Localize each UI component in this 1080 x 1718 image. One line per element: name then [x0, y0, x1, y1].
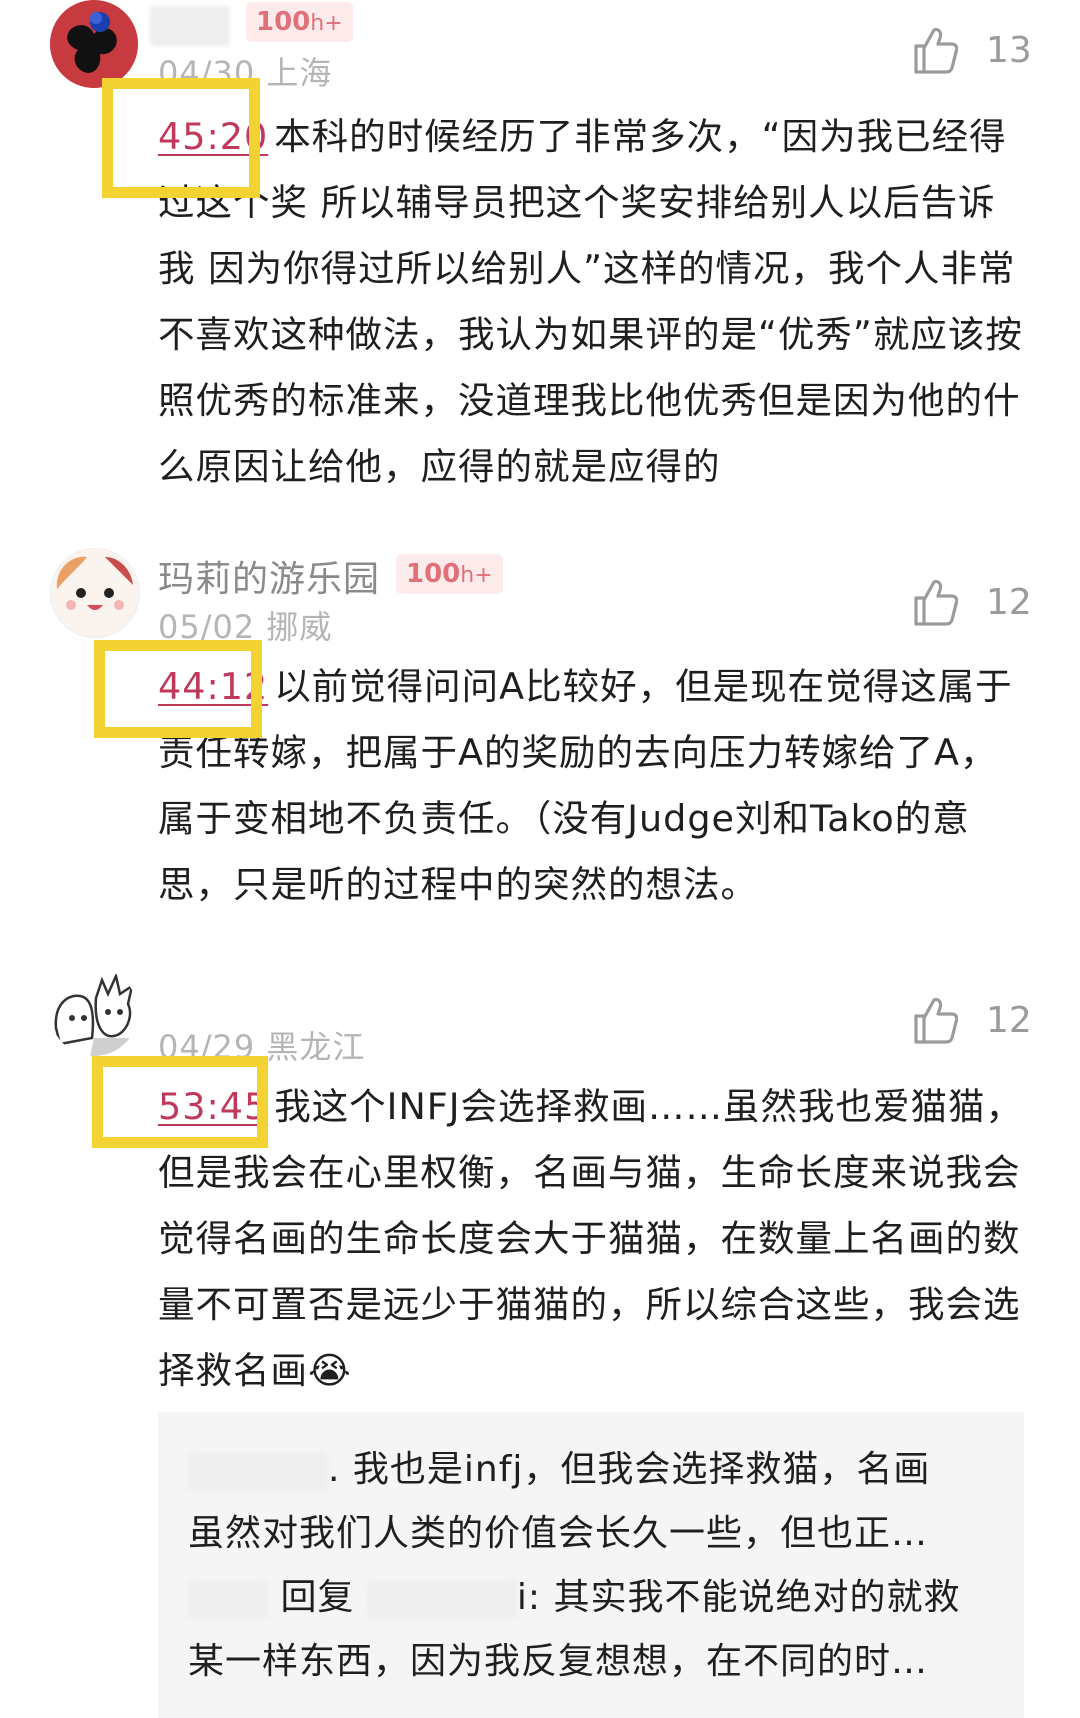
comment-text: 53:45 我这个INFJ会选择救画……虽然我也爱猫猫，但是我会在心里权衡，名画与… [158, 1085, 1024, 1392]
reply-item[interactable]: . 我也是infj，但我会选择救猫，名画 [188, 1440, 930, 1492]
avatar[interactable] [50, 968, 138, 1056]
timestamp-highlight-frame [102, 78, 260, 198]
replies-box[interactable]: . 我也是infj，但我会选择救猫，名画 虽然对我们人类的价值会长久一些，但也正… [158, 1412, 1024, 1718]
timestamp-highlight-frame [94, 640, 262, 738]
reply-author-redacted [188, 1580, 268, 1618]
manga-avatar-image [50, 968, 138, 1056]
avatar[interactable] [50, 0, 138, 88]
reply-item[interactable]: 回复 i: 其实我不能说绝对的就救 [188, 1568, 961, 1620]
thumbs-up-icon[interactable] [912, 996, 958, 1044]
reply-word: 回复 [280, 1577, 355, 1618]
like-count: 12 [986, 582, 1032, 623]
reply-target-redacted [366, 1580, 517, 1618]
comment-text: 45:20 本科的时候经历了非常多次，“因为我已经得过这个奖 所以辅导员把这个奖安… [158, 115, 1023, 488]
like-count: 12 [986, 1000, 1032, 1041]
timestamp-highlight-frame [92, 1056, 268, 1148]
reply-author-redacted [188, 1452, 328, 1490]
thumbs-up-icon[interactable] [912, 578, 958, 626]
level-badge: 100h+ [246, 2, 353, 42]
level-badge: 100h+ [396, 554, 503, 594]
thumbs-up-icon[interactable] [912, 26, 958, 74]
avatar[interactable] [50, 548, 140, 638]
comment-location: 上海 [266, 54, 333, 92]
comment-location: 挪威 [266, 608, 333, 646]
username[interactable]: 玛莉的游乐园 [158, 550, 380, 602]
reply-item-continued: 虽然对我们人类的价值会长久一些，但也正… [188, 1513, 929, 1554]
comment-location: 黑龙江 [266, 1028, 366, 1066]
rose-avatar-image [50, 0, 138, 88]
reply-item-continued: 某一样东西，因为我反复想想，在不同的时… [188, 1641, 929, 1682]
username-redacted [150, 6, 230, 46]
cartoon-avatar-image [51, 549, 139, 637]
comment-text: 44:12 以前觉得问问A比较好，但是现在觉得这属于责任转嫁，把属于A的奖励的去向… [158, 665, 1013, 906]
like-count: 13 [986, 30, 1032, 71]
